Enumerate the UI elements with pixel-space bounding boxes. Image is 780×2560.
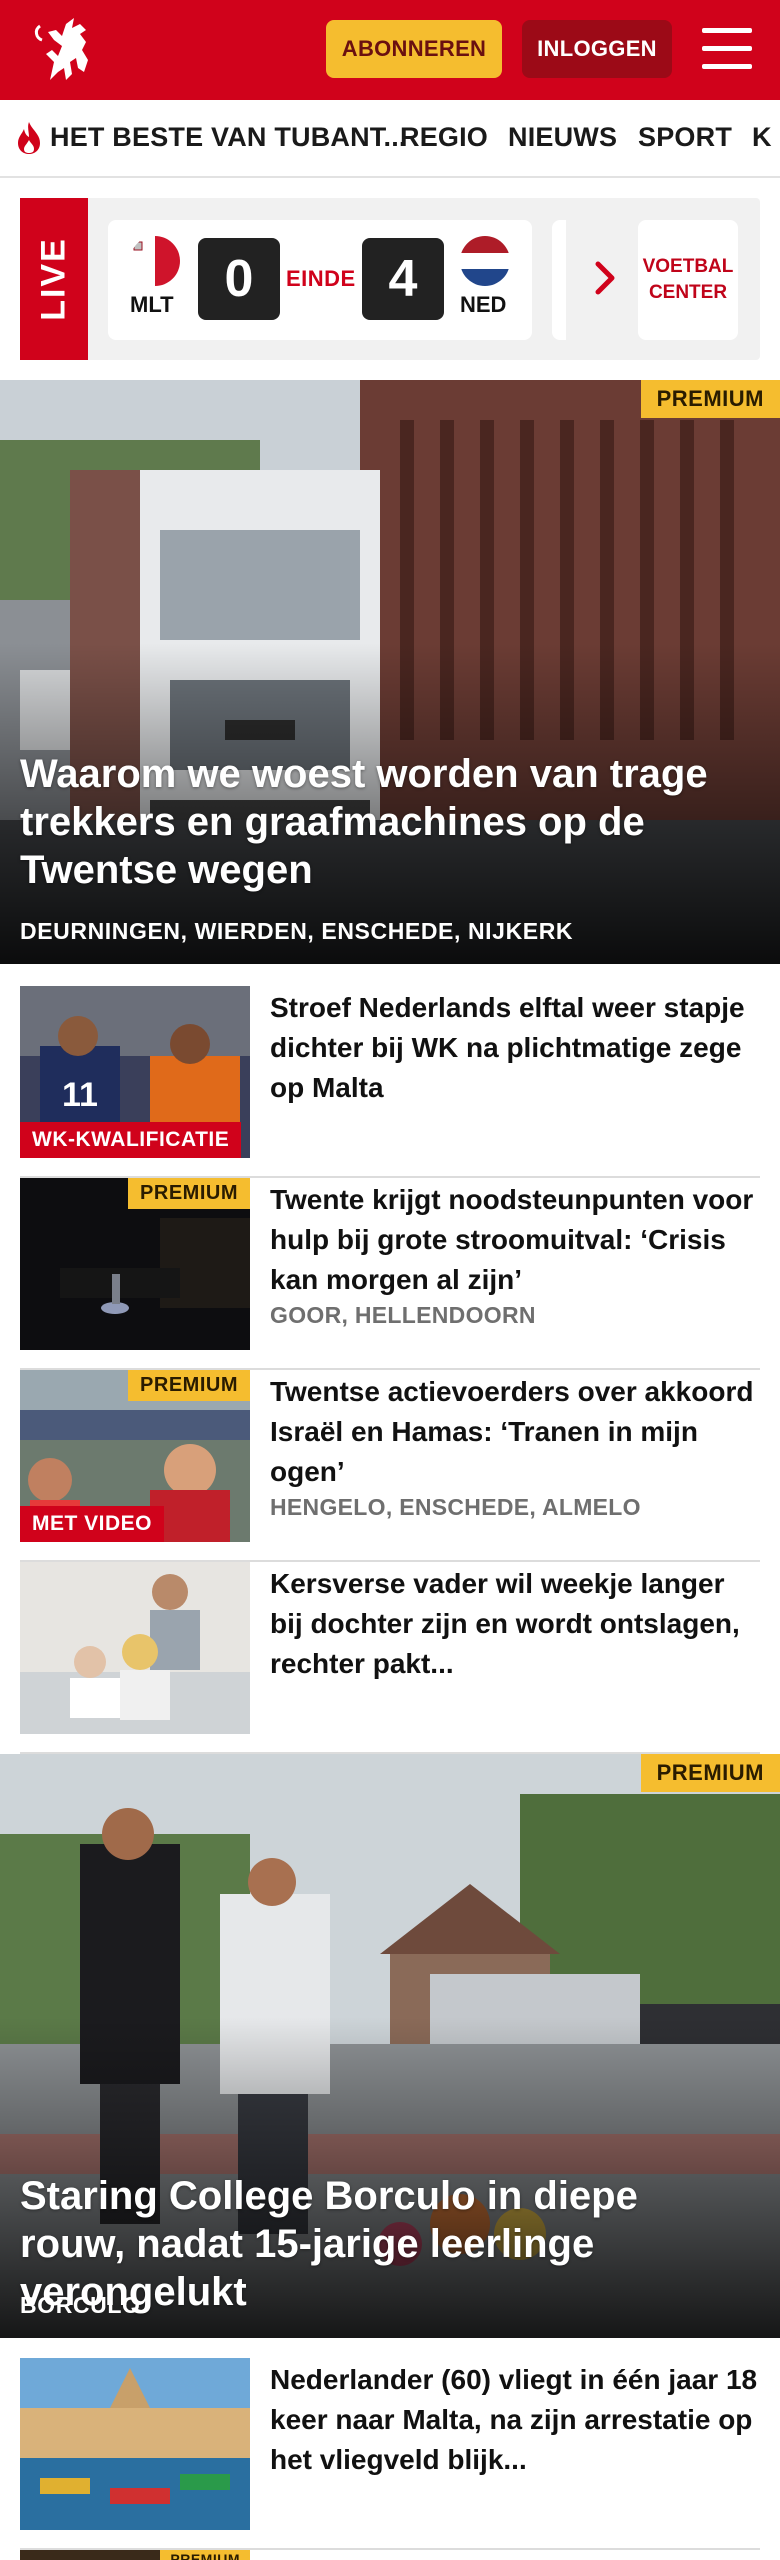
nav-item-sport[interactable]: SPORT xyxy=(638,122,732,153)
list-item[interactable]: 11 WK-KWALIFICATIE Stroef Nederlands elf… xyxy=(20,986,760,1178)
article-title[interactable]: Twentse actievoerders over akkoord Israë… xyxy=(270,1372,760,1492)
list-item[interactable]: PREMIUM xyxy=(20,2550,760,2560)
malta-flag-icon xyxy=(130,236,180,286)
article-thumbnail: 11 WK-KWALIFICATIE xyxy=(20,986,250,1158)
list-item[interactable]: Kersverse vader wil weekje langer bij do… xyxy=(20,1562,760,1754)
section-nav: HET BESTE VAN TUBANT... REGIO NIEUWS SPO… xyxy=(0,100,780,178)
match-card[interactable]: MLT 0 EINDE 4 NED xyxy=(108,220,532,340)
live-tab[interactable]: LIVE xyxy=(20,198,88,360)
list-item[interactable]: Nederlander (60) vliegt in één jaar 18 k… xyxy=(20,2358,760,2550)
category-tag: WK-KWALIFICATIE xyxy=(20,1122,242,1158)
article-thumbnail: PREMIUM xyxy=(20,1178,250,1350)
hamburger-menu-icon[interactable] xyxy=(700,26,754,72)
login-button[interactable]: INLOGGEN xyxy=(522,20,672,78)
home-score: 0 xyxy=(198,238,280,320)
article-location: GOOR, HELLENDOORN xyxy=(270,1302,536,1328)
nav-item-best-of[interactable]: HET BESTE VAN TUBANT... xyxy=(50,122,407,153)
premium-badge: PREMIUM xyxy=(640,1754,780,1792)
article-title[interactable]: Stroef Nederlands elftal weer stapje dic… xyxy=(270,988,760,1108)
home-team-code: MLT xyxy=(130,292,174,317)
hero-article-borculo[interactable]: PREMIUM Staring College Borculo in diepe… xyxy=(0,1754,780,2338)
voetbal-center-link[interactable]: VOETBAL CENTER xyxy=(638,220,738,340)
nav-item-nieuws[interactable]: NIEUWS xyxy=(508,122,617,153)
premium-badge: PREMIUM xyxy=(160,2550,250,2560)
live-label: LIVE xyxy=(34,237,73,321)
list-item[interactable]: PREMIUM MET VIDEO Twentse actievoerders … xyxy=(20,1370,760,1562)
svg-text:11: 11 xyxy=(62,1076,98,1114)
premium-badge: PREMIUM xyxy=(640,380,780,418)
article-title[interactable]: Twente krijgt noodsteunpunten voor hulp … xyxy=(270,1180,760,1300)
article-thumbnail xyxy=(20,2358,250,2530)
article-title[interactable]: Kersverse vader wil weekje langer bij do… xyxy=(270,1564,760,1684)
article-thumbnail xyxy=(20,1562,250,1734)
flame-icon xyxy=(18,122,40,154)
chevron-right-icon[interactable] xyxy=(592,258,620,298)
article-location: HENGELO, ENSCHEDE, ALMELO xyxy=(270,1494,641,1520)
list-item[interactable]: PREMIUM Twente krijgt noodsteunpunten vo… xyxy=(20,1178,760,1370)
site-header: ABONNEREN INLOGGEN xyxy=(0,0,780,100)
away-score: 4 xyxy=(362,238,444,320)
subscribe-button[interactable]: ABONNEREN xyxy=(326,20,502,78)
match-status: EINDE xyxy=(286,266,356,291)
live-scores-bar: LIVE MLT 0 EINDE 4 NED VOETBAL CENTER xyxy=(20,198,760,360)
premium-badge: PREMIUM xyxy=(128,1178,250,1209)
nav-item-more[interactable]: K xyxy=(752,122,772,153)
article-thumbnail: PREMIUM MET VIDEO xyxy=(20,1370,250,1542)
away-team-code: NED xyxy=(460,292,507,317)
voetbal-center-line2: CENTER xyxy=(648,282,728,303)
next-match-card-stub[interactable] xyxy=(552,220,566,340)
voetbal-center-line1: VOETBAL xyxy=(642,256,734,277)
hero-article-tractors[interactable]: PREMIUM Waarom we woest worden van trage… xyxy=(0,380,780,964)
hero-location: DEURNINGEN, WIERDEN, ENSCHEDE, NIJKERK xyxy=(20,918,574,944)
hero-title[interactable]: Waarom we woest worden van trage trekker… xyxy=(20,750,750,894)
hero-location: BORCULO xyxy=(20,2292,141,2318)
netherlands-flag-icon xyxy=(460,236,510,286)
article-title[interactable]: Nederlander (60) vliegt in één jaar 18 k… xyxy=(270,2360,760,2480)
article-thumbnail: PREMIUM xyxy=(20,2550,250,2560)
category-tag: MET VIDEO xyxy=(20,1506,165,1542)
tubantia-horse-logo[interactable] xyxy=(28,10,108,90)
premium-badge: PREMIUM xyxy=(128,1370,250,1401)
nav-item-regio[interactable]: REGIO xyxy=(400,122,488,153)
